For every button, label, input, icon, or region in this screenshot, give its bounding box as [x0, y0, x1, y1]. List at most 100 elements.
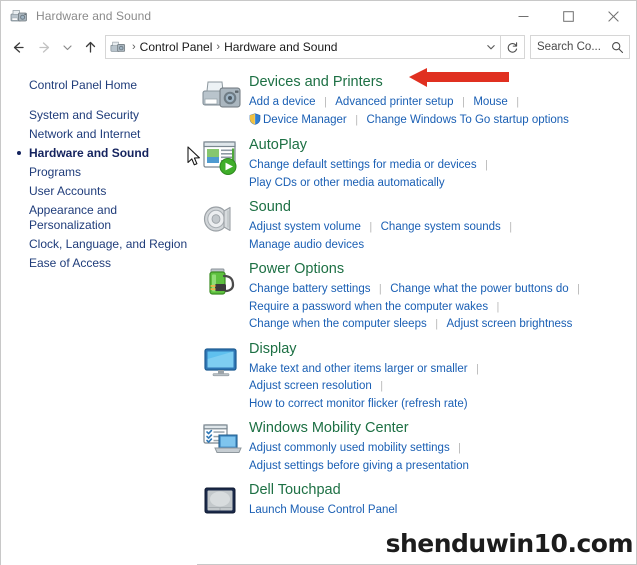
- link-change-default-settings-for-media-or-devices[interactable]: Change default settings for media or dev…: [249, 159, 477, 171]
- category-title-display[interactable]: Display: [249, 340, 297, 359]
- link-row: Change default settings for media or dev…: [249, 156, 636, 174]
- category-body: Sound Adjust system volume | Change syst…: [245, 198, 636, 253]
- breadcrumb-separator: ›: [216, 41, 221, 53]
- category-list: Devices and Printers Add a device | Adva…: [197, 63, 636, 565]
- category-links: Change battery settings | Change what th…: [249, 280, 636, 333]
- link-row: Adjust settings before giving a presenta…: [249, 457, 636, 475]
- link-separator: |: [516, 96, 520, 108]
- sidebar-item-ease-of-access[interactable]: Ease of Access: [1, 254, 197, 273]
- search-input[interactable]: [537, 41, 609, 53]
- category-body: Dell Touchpad Launch Mouse Control Panel: [245, 481, 636, 528]
- link-separator: |: [435, 318, 439, 330]
- category-links: Change default settings for media or dev…: [249, 156, 636, 191]
- link-row: Require a password when the computer wak…: [249, 298, 636, 316]
- link-row: Play CDs or other media automatically: [249, 174, 636, 192]
- window-controls: [501, 1, 636, 31]
- maximize-button[interactable]: [546, 1, 591, 31]
- link-row: Launch Mouse Control Panel: [249, 501, 636, 519]
- category-windows-mobility-center: Windows Mobility Center Adjust commonly …: [197, 419, 636, 474]
- link-separator: |: [380, 380, 384, 392]
- breadcrumb-item-hardware-and-sound[interactable]: Hardware and Sound: [224, 40, 337, 54]
- category-body: Devices and Printers Add a device | Adva…: [245, 73, 636, 129]
- link-advanced-printer-setup[interactable]: Advanced printer setup: [335, 96, 453, 108]
- link-separator: |: [462, 96, 465, 108]
- category-body: Power Options Change battery settings | …: [245, 260, 636, 333]
- back-button[interactable]: [5, 34, 31, 60]
- minimize-button[interactable]: [501, 1, 546, 31]
- sidebar-item-control-panel-home[interactable]: Control Panel Home: [1, 76, 197, 95]
- link-adjust-screen-brightness[interactable]: Adjust screen brightness: [447, 318, 573, 330]
- category-title-autoplay[interactable]: AutoPlay: [249, 136, 307, 155]
- link-how-to-correct-monitor-flicker[interactable]: How to correct monitor flicker (refresh …: [249, 398, 468, 410]
- link-adjust-commonly-used-mobility-settings[interactable]: Adjust commonly used mobility settings: [249, 442, 450, 454]
- link-mouse[interactable]: Mouse: [473, 96, 508, 108]
- sidebar-item-appearance-and-personalization[interactable]: Appearance and Personalization: [1, 201, 197, 235]
- link-row: Adjust commonly used mobility settings |: [249, 439, 636, 457]
- category-power-options: Power Options Change battery settings | …: [197, 260, 636, 333]
- sidebar: Control Panel Home System and Security N…: [1, 63, 197, 565]
- link-make-text-and-other-items-larger-or-smaller[interactable]: Make text and other items larger or smal…: [249, 363, 468, 375]
- link-separator: |: [509, 221, 513, 233]
- display-icon[interactable]: [197, 340, 245, 413]
- chevron-down-icon[interactable]: [482, 36, 500, 58]
- sidebar-item-system-and-security[interactable]: System and Security: [1, 106, 197, 125]
- sidebar-item-clock-language-and-region[interactable]: Clock, Language, and Region: [1, 235, 197, 254]
- link-manage-audio-devices[interactable]: Manage audio devices: [249, 239, 364, 251]
- category-links: Adjust commonly used mobility settings |…: [249, 439, 636, 474]
- link-adjust-screen-resolution[interactable]: Adjust screen resolution: [249, 380, 372, 392]
- link-play-cds-or-other-media-automatically[interactable]: Play CDs or other media automatically: [249, 177, 445, 189]
- category-title-dell-touchpad[interactable]: Dell Touchpad: [249, 481, 341, 500]
- category-title-sound[interactable]: Sound: [249, 198, 291, 217]
- category-links: Add a device | Advanced printer setup | …: [249, 93, 636, 129]
- link-separator: |: [476, 362, 479, 375]
- category-display: Display Make text and other items larger…: [197, 340, 636, 413]
- devices-printers-icon[interactable]: [197, 73, 245, 129]
- category-body: AutoPlay Change default settings for med…: [245, 136, 636, 191]
- recent-locations-button[interactable]: [57, 34, 77, 60]
- devices-printers-icon: [110, 39, 126, 55]
- category-body: Windows Mobility Center Adjust commonly …: [245, 419, 636, 474]
- link-adjust-settings-before-giving-a-presentation[interactable]: Adjust settings before giving a presenta…: [249, 460, 469, 472]
- control-panel-window: Hardware and Sound › Control Panel › Har…: [0, 0, 637, 565]
- sidebar-item-hardware-and-sound[interactable]: Hardware and Sound: [1, 144, 197, 163]
- sidebar-item-user-accounts[interactable]: User Accounts: [1, 182, 197, 201]
- search-icon[interactable]: [611, 41, 624, 54]
- link-launch-mouse-control-panel[interactable]: Launch Mouse Control Panel: [249, 504, 397, 516]
- link-change-battery-settings[interactable]: Change battery settings: [249, 283, 370, 295]
- mobility-center-icon[interactable]: [197, 419, 245, 474]
- link-change-windows-to-go-startup-options[interactable]: Change Windows To Go startup options: [367, 114, 569, 126]
- up-button[interactable]: [77, 34, 103, 60]
- category-title-power-options[interactable]: Power Options: [249, 260, 344, 279]
- category-links: Launch Mouse Control Panel: [249, 501, 636, 519]
- link-row: Add a device | Advanced printer setup | …: [249, 93, 636, 111]
- touchpad-icon[interactable]: [197, 481, 245, 528]
- link-add-a-device[interactable]: Add a device: [249, 96, 316, 108]
- category-title-windows-mobility-center[interactable]: Windows Mobility Center: [249, 419, 409, 438]
- sidebar-item-network-and-internet[interactable]: Network and Internet: [1, 125, 197, 144]
- link-row: Change when the computer sleeps | Adjust…: [249, 315, 636, 333]
- category-dell-touchpad: Dell Touchpad Launch Mouse Control Panel: [197, 481, 636, 528]
- link-separator: |: [577, 283, 580, 295]
- breadcrumb[interactable]: › Control Panel › Hardware and Sound: [105, 35, 501, 59]
- link-change-what-the-power-buttons-do[interactable]: Change what the power buttons do: [390, 283, 568, 295]
- link-require-a-password-when-the-computer-wakes[interactable]: Require a password when the computer wak…: [249, 301, 488, 313]
- link-adjust-system-volume[interactable]: Adjust system volume: [249, 221, 361, 233]
- devices-printers-icon: [10, 7, 28, 25]
- watermark: shenduwin10.com: [384, 528, 634, 560]
- autoplay-icon[interactable]: [197, 136, 245, 191]
- search-box[interactable]: [530, 35, 630, 59]
- link-change-system-sounds[interactable]: Change system sounds: [381, 221, 501, 233]
- window-body: Control Panel Home System and Security N…: [1, 63, 636, 565]
- link-row: Adjust screen resolution |: [249, 377, 636, 395]
- link-separator: |: [323, 96, 327, 108]
- breadcrumb-item-control-panel[interactable]: Control Panel: [140, 40, 213, 54]
- link-change-when-the-computer-sleeps[interactable]: Change when the computer sleeps: [249, 318, 427, 330]
- link-row: Change battery settings | Change what th…: [249, 280, 636, 298]
- power-options-icon[interactable]: [197, 260, 245, 333]
- sidebar-item-programs[interactable]: Programs: [1, 163, 197, 182]
- close-button[interactable]: [591, 1, 636, 31]
- category-title-devices-and-printers[interactable]: Devices and Printers: [249, 73, 383, 92]
- link-device-manager[interactable]: Device Manager: [263, 114, 347, 126]
- sound-icon[interactable]: [197, 198, 245, 253]
- refresh-button[interactable]: [501, 35, 525, 59]
